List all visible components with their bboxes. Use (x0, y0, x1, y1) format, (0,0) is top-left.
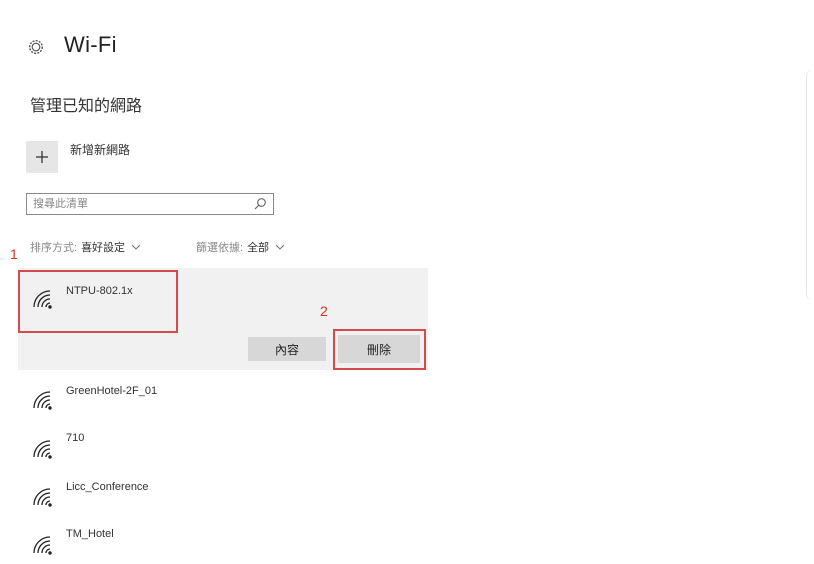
network-list-item[interactable]: TM_Hotel (18, 522, 428, 564)
page-title: Wi-Fi (64, 32, 117, 57)
network-list-item[interactable]: 710 (18, 427, 428, 471)
side-panel-edge (806, 70, 814, 300)
sort-value: 喜好設定 (81, 242, 126, 254)
wifi-icon (33, 488, 52, 507)
network-name: GreenHotel-2F_01 (66, 385, 158, 397)
filter-value: 全部 (247, 242, 270, 254)
wifi-icon (33, 391, 52, 410)
network-list-item[interactable]: Licc_Conference (18, 474, 428, 518)
gear-icon (28, 39, 44, 55)
wifi-icon (33, 440, 52, 459)
step-marker-1: 1 (10, 246, 18, 262)
network-name: Licc_Conference (66, 481, 149, 493)
plus-icon (36, 151, 48, 163)
forget-button[interactable]: 刪除 (338, 335, 420, 363)
chevron-down-icon (131, 244, 141, 250)
search-input[interactable] (27, 195, 253, 213)
sort-dropdown[interactable]: 排序方式: 喜好設定 (30, 239, 141, 255)
add-network-button[interactable] (26, 141, 58, 173)
properties-button[interactable]: 內容 (248, 337, 326, 361)
step-marker-2: 2 (320, 303, 328, 319)
network-name: NTPU-802.1x (66, 285, 133, 297)
network-name: 710 (66, 432, 85, 444)
filter-label: 篩選依據: (196, 242, 244, 254)
filter-dropdown[interactable]: 篩選依據: 全部 (196, 239, 285, 255)
network-name: TM_Hotel (66, 528, 114, 540)
section-title: 管理已知的網路 (30, 98, 143, 115)
chevron-down-icon (275, 244, 285, 250)
wifi-icon (33, 290, 52, 309)
add-network-label[interactable]: 新增新網路 (70, 141, 130, 158)
wifi-icon (33, 536, 52, 555)
sort-label: 排序方式: (30, 242, 78, 254)
search-icon[interactable] (253, 197, 267, 211)
network-list-item[interactable]: GreenHotel-2F_01 (18, 380, 428, 424)
search-box (26, 193, 274, 215)
